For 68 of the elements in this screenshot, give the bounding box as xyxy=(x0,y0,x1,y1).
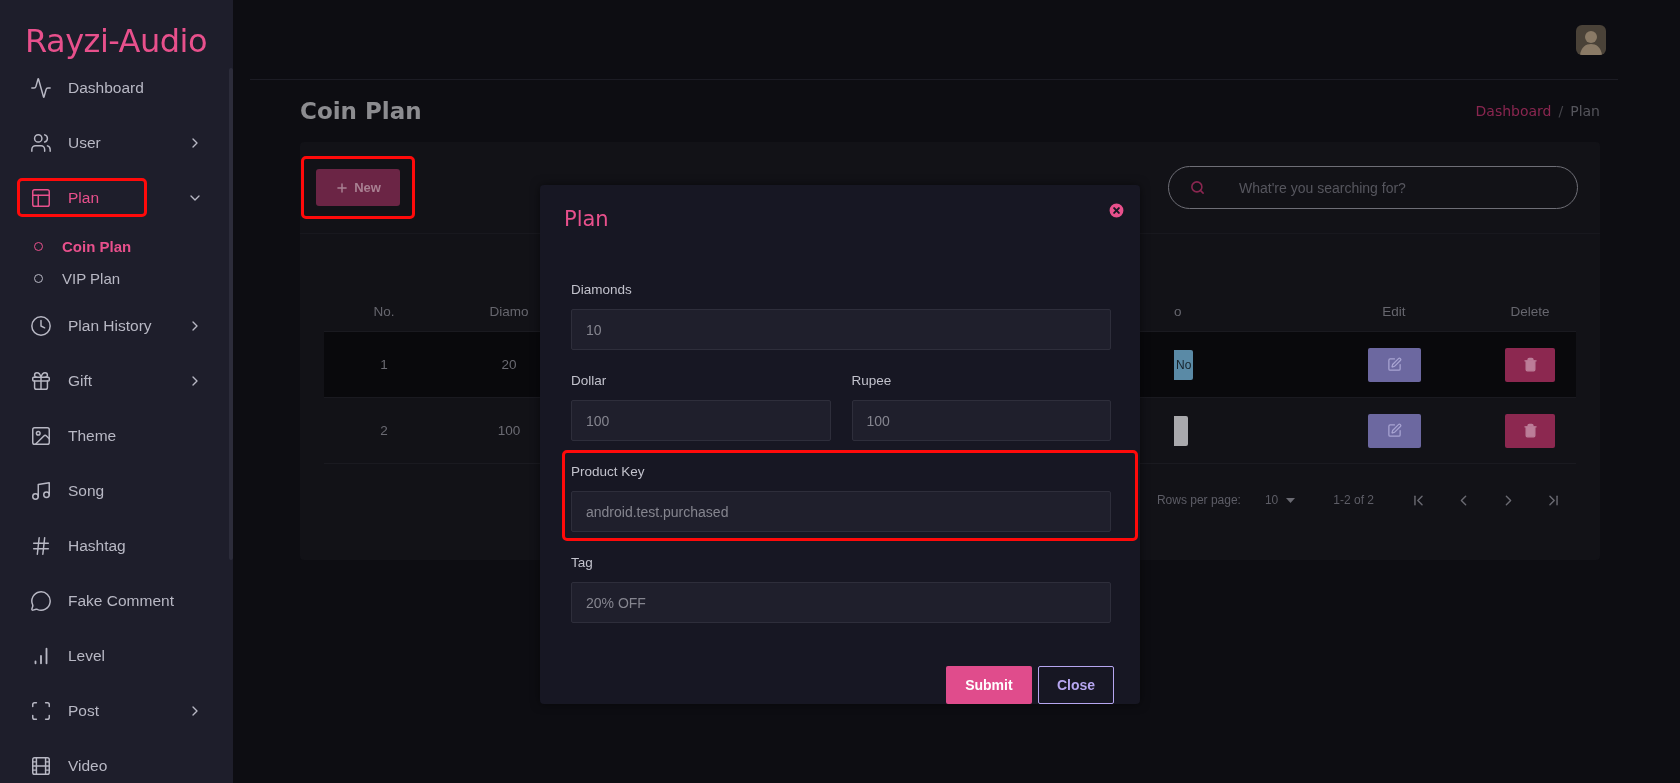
column-header: Diamo xyxy=(488,304,530,319)
activity-icon xyxy=(30,76,52,99)
field-label: Rupee xyxy=(851,371,893,390)
column-header: Delete xyxy=(1509,304,1551,319)
table-cell-text: 1 xyxy=(379,357,389,372)
delete-button[interactable] xyxy=(1505,347,1555,382)
sidebar-item[interactable]: Gift xyxy=(16,353,217,408)
hash-icon xyxy=(30,534,52,557)
rows-per-page-label: Rows per page: xyxy=(1156,493,1241,507)
close-button[interactable]: Close xyxy=(1037,666,1114,704)
table-cell-text: 20 xyxy=(500,357,518,372)
chat-bubble-icon xyxy=(30,589,52,612)
pen-square-icon xyxy=(1386,357,1402,372)
sidebar-item[interactable]: Hashtag xyxy=(16,518,217,573)
page-title: Coin Plan xyxy=(300,98,422,124)
input-field[interactable]: 100 xyxy=(851,400,1111,441)
trash-icon xyxy=(1522,357,1538,372)
film-icon xyxy=(30,754,52,777)
input-field[interactable]: 100 xyxy=(571,400,831,441)
field-label: Dollar xyxy=(571,371,608,390)
sidebar-item[interactable]: Fake Comment xyxy=(16,573,217,628)
pen-square-icon xyxy=(1386,423,1402,438)
field-label: Tag xyxy=(571,553,594,572)
layout-icon xyxy=(30,186,52,209)
field-label: Diamonds xyxy=(571,280,633,299)
column-header: No. xyxy=(372,304,396,319)
status-badge: No xyxy=(1174,349,1194,380)
plus-icon xyxy=(335,180,350,195)
column-header: Edit xyxy=(1381,304,1407,319)
sidebar-item[interactable]: Dashboard xyxy=(16,60,217,115)
edit-button[interactable] xyxy=(1367,347,1421,382)
users-icon xyxy=(30,131,52,154)
gift-icon xyxy=(30,369,52,392)
sidebar-item[interactable]: User xyxy=(16,115,217,170)
breadcrumb-separator: / xyxy=(1558,103,1564,119)
scan-frame-icon xyxy=(30,699,52,722)
sidebar-item[interactable]: Post xyxy=(16,683,217,738)
submit-button[interactable]: Submit xyxy=(945,666,1032,704)
sidebar-subitem[interactable]: Coin Plan xyxy=(16,230,217,262)
search-icon xyxy=(1190,180,1205,195)
sidebar-item[interactable]: Song xyxy=(16,463,217,518)
column-header: o xyxy=(1174,304,1183,319)
dialog-title: Plan xyxy=(564,206,609,231)
sidebar-item[interactable]: Theme xyxy=(16,408,217,463)
edit-button[interactable] xyxy=(1367,413,1421,448)
breadcrumb-current: Plan xyxy=(1570,103,1600,119)
music-icon xyxy=(30,479,52,502)
table-cell-text: 100 xyxy=(496,423,522,438)
close-icon[interactable] xyxy=(1107,201,1126,220)
caret-icon xyxy=(1286,497,1296,503)
sidebar-item[interactable]: Video xyxy=(16,738,217,783)
sidebar-item[interactable]: Level xyxy=(16,628,217,683)
table-cell-text: 2 xyxy=(379,423,389,438)
avatar[interactable] xyxy=(1576,24,1606,55)
search-field[interactable]: What're you searching for? xyxy=(1168,166,1578,209)
sidebar-subitem[interactable]: VIP Plan xyxy=(16,262,217,294)
logo: Rayzi-Audio xyxy=(24,21,209,60)
trash-icon xyxy=(1522,423,1538,438)
sidebar-item[interactable]: Plan History xyxy=(16,298,217,353)
input-field[interactable]: 10 xyxy=(571,309,1111,350)
delete-button[interactable] xyxy=(1505,413,1555,448)
sidebar-item[interactable]: Plan xyxy=(16,170,217,225)
input-field[interactable]: android.test.purchased xyxy=(571,491,1111,532)
image-icon xyxy=(30,424,52,447)
clock-icon xyxy=(30,314,52,337)
input-field[interactable]: 20% OFF xyxy=(571,582,1111,623)
field-label: Product Key xyxy=(571,462,646,481)
page-range: 1-2 of 2 xyxy=(1333,493,1374,507)
